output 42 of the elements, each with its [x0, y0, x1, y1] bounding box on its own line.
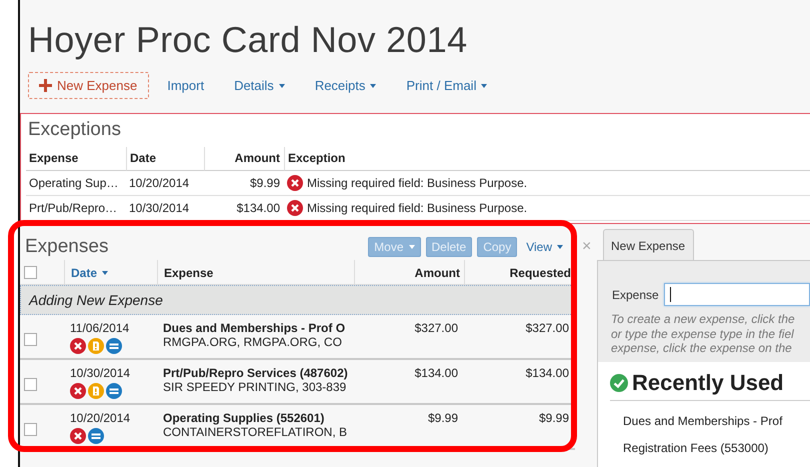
column-header: Exception	[284, 147, 810, 171]
toolbar-link[interactable]: Import	[167, 74, 204, 97]
tab[interactable]: New Expense	[603, 229, 694, 260]
menu-button[interactable]: Receipts	[314, 74, 376, 97]
amount: $134.00	[414, 366, 458, 380]
expense-date: 10/30/2014	[70, 366, 132, 380]
requested-amount: $134.00	[526, 366, 569, 380]
amount: $9.99	[428, 411, 458, 425]
column-header: Expense	[26, 147, 126, 171]
expense-type: Dues and Memberships - Prof O	[163, 321, 346, 335]
expense-type: Operating Supplies (552601)	[163, 411, 326, 425]
table-cell: 10/30/2014	[126, 196, 204, 221]
help-text: To create a new expense, click the or type the expense type in the fiel expense, click the expense on the	[611, 312, 796, 356]
exception-message: Missing required field: Business Purpose.	[307, 201, 528, 215]
recent-expense-type[interactable]: Dues and Memberships - Prof	[623, 414, 810, 428]
panel-title: Expenses	[25, 236, 110, 258]
exception-message: Missing required field: Business Purpose.	[307, 176, 528, 190]
table-cell: $9.99	[204, 171, 284, 196]
expense-date: 10/20/2014	[70, 411, 132, 425]
view-menu-button[interactable]: View	[521, 237, 568, 257]
menu-button[interactable]: Details	[234, 74, 285, 97]
requested-amount: $327.00	[526, 321, 569, 335]
expense-date: 11/06/2014	[70, 321, 130, 335]
table-cell: Operating Sup…	[26, 171, 126, 196]
new-expense-button[interactable]: New Expense	[28, 72, 150, 99]
report-title: Hoyer Proc Card Nov 2014	[28, 18, 468, 62]
menu-button[interactable]: Print / Email	[406, 74, 488, 97]
column-header: Amount	[204, 147, 284, 171]
column-header: Date	[126, 147, 204, 171]
table-cell: 10/20/2014	[126, 171, 204, 196]
vendor-name: RMGPA.ORG, RMGPA.ORG, CO	[163, 335, 343, 349]
vendor-name: SIR SPEEDY PRINTING, 303-839	[163, 380, 348, 394]
panel-title: Exceptions	[28, 119, 121, 141]
amount: $327.00	[414, 321, 458, 335]
recent-expense-type[interactable]: Registration Fees (553000)	[623, 440, 810, 454]
section-heading: Recently Used	[632, 370, 784, 396]
expense-type: Prt/Pub/Repro Services (487602)	[163, 366, 349, 380]
table-cell: Prt/Pub/Repro…	[26, 196, 126, 221]
requested-amount: $9.99	[538, 411, 569, 425]
field-label: Expense	[612, 288, 659, 302]
table-cell: $134.00	[204, 196, 284, 221]
vendor-name: CONTAINERSTOREFLATIRON, B	[163, 425, 348, 439]
